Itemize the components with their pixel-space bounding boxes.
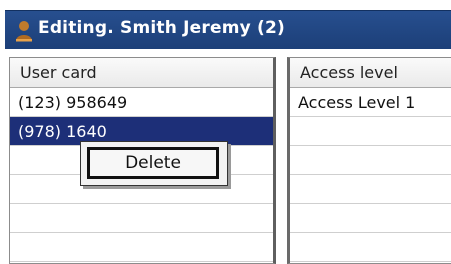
context-menu: Delete [80,141,228,186]
table-row[interactable] [290,175,451,204]
table-row[interactable] [290,204,451,233]
table-row[interactable] [10,233,273,262]
user-card-header-label: User card [20,63,97,82]
table-row[interactable] [290,117,451,146]
delete-menu-item[interactable]: Delete [87,147,219,179]
user-card-value: (123) 958649 [18,93,128,112]
access-level-list[interactable]: Access level Access Level 1 [287,57,451,264]
table-row[interactable] [290,233,451,262]
table-row[interactable]: Access Level 1 [290,88,451,117]
user-card-column-header[interactable]: User card [10,58,273,88]
title-bar[interactable]: Editing. Smith Jeremy (2) [5,10,451,49]
access-level-value: Access Level 1 [298,93,416,112]
access-level-column-header[interactable]: Access level [290,58,451,88]
edit-window: Editing. Smith Jeremy (2) User card (123… [0,0,451,264]
table-row[interactable] [290,146,451,175]
user-icon [16,21,32,42]
user-card-value: (978) 1640 [18,122,107,141]
access-level-header-label: Access level [300,63,398,82]
delete-menu-label: Delete [125,153,181,173]
window-title: Editing. Smith Jeremy (2) [38,18,285,38]
table-row[interactable]: (123) 958649 [10,88,273,117]
table-row[interactable] [10,204,273,233]
